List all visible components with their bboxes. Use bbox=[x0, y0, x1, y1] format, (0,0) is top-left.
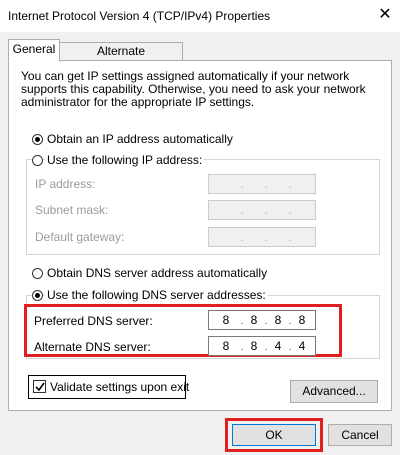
advanced-button[interactable]: Advanced... bbox=[290, 380, 378, 403]
tab-alternate-configuration[interactable]: Alternate Configuration bbox=[59, 42, 183, 74]
cancel-button[interactable]: Cancel bbox=[328, 424, 392, 446]
default-gateway-field: . . . bbox=[208, 227, 316, 247]
subnet-mask-field: . . . bbox=[208, 200, 316, 220]
close-icon[interactable]: ✕ bbox=[374, 4, 396, 26]
radio-obtain-dns-auto[interactable] bbox=[32, 268, 43, 279]
checkmark-icon bbox=[35, 382, 45, 392]
ok-button[interactable]: OK bbox=[232, 424, 316, 446]
radio-obtain-ip-auto[interactable] bbox=[32, 134, 43, 145]
default-gateway-label: Default gateway: bbox=[35, 230, 125, 244]
alternate-dns-label: Alternate DNS server: bbox=[34, 340, 151, 354]
obtain-dns-auto-label[interactable]: Obtain DNS server address automatically bbox=[47, 266, 267, 280]
radio-use-following-ip[interactable] bbox=[32, 155, 43, 166]
ip-address-field: . . . bbox=[208, 174, 316, 194]
obtain-ip-auto-label[interactable]: Obtain an IP address automatically bbox=[47, 132, 233, 146]
radio-use-following-dns[interactable] bbox=[32, 290, 43, 301]
validate-label[interactable]: Validate settings upon exit bbox=[50, 380, 189, 394]
tab-general[interactable]: General bbox=[8, 39, 60, 62]
description-text: You can get IP settings assigned automat… bbox=[21, 69, 366, 109]
window-title: Internet Protocol Version 4 (TCP/IPv4) P… bbox=[8, 9, 271, 23]
preferred-dns-label: Preferred DNS server: bbox=[34, 314, 153, 328]
subnet-mask-label: Subnet mask: bbox=[35, 203, 109, 217]
use-following-dns-label[interactable]: Use the following DNS server addresses: bbox=[45, 288, 268, 302]
ip-address-label: IP address: bbox=[35, 177, 96, 191]
preferred-dns-field[interactable]: 8 . 8 . 8 . 8 bbox=[208, 310, 316, 330]
use-following-ip-label[interactable]: Use the following IP address: bbox=[45, 153, 205, 167]
validate-checkbox[interactable] bbox=[33, 380, 46, 393]
alternate-dns-field[interactable]: 8 . 8 . 4 . 4 bbox=[208, 336, 316, 356]
